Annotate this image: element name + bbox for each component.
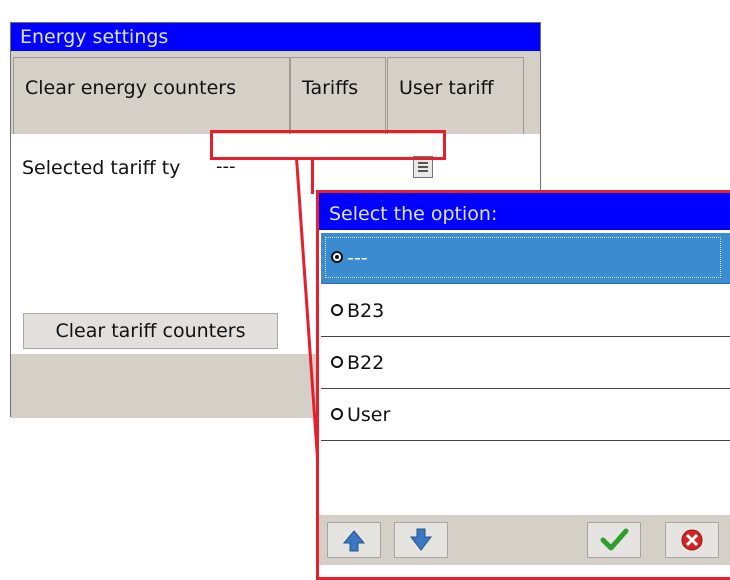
tab-label: User tariff	[399, 77, 494, 99]
option-item[interactable]: B23	[321, 286, 730, 337]
move-up-button[interactable]	[327, 522, 381, 558]
option-item[interactable]: User	[321, 390, 730, 441]
arrow-up-icon	[342, 530, 366, 552]
dialog-footer	[319, 515, 730, 565]
radio-icon	[331, 303, 343, 316]
tab-user-tariff[interactable]: User tariff	[387, 57, 524, 136]
dialog-title: Select the option:	[319, 193, 730, 230]
connector-line	[311, 158, 314, 194]
option-label: B22	[347, 352, 385, 374]
radio-icon	[331, 355, 343, 368]
option-label: B23	[347, 300, 385, 322]
focus-outline	[325, 237, 721, 278]
radio-icon	[331, 407, 343, 420]
cancel-icon	[681, 529, 703, 551]
option-item[interactable]: B22	[321, 338, 730, 389]
tab-label: Clear energy counters	[25, 77, 236, 99]
option-label: User	[347, 404, 391, 426]
arrow-down-icon	[409, 528, 433, 551]
select-option-dialog: Select the option: --- B23 B22 User	[316, 190, 730, 580]
clear-tariff-counters-button[interactable]: Clear tariff counters	[23, 313, 278, 349]
cancel-button[interactable]	[665, 522, 719, 558]
tab-label: Tariffs	[302, 77, 359, 99]
move-down-button[interactable]	[394, 522, 448, 558]
tab-tariffs[interactable]: Tariffs	[290, 57, 386, 136]
confirm-button[interactable]	[587, 522, 641, 558]
tab-bar: Clear energy counters Tariffs User tarif…	[11, 51, 540, 136]
radio-selected-icon	[331, 250, 343, 263]
option-item[interactable]: ---	[321, 233, 730, 284]
checkmark-icon	[600, 528, 629, 551]
window-title: Energy settings	[11, 23, 540, 51]
highlight-frame	[210, 130, 446, 160]
tariff-type-label: Selected tariff ty	[22, 157, 181, 179]
tab-clear-energy-counters[interactable]: Clear energy counters	[13, 57, 290, 136]
